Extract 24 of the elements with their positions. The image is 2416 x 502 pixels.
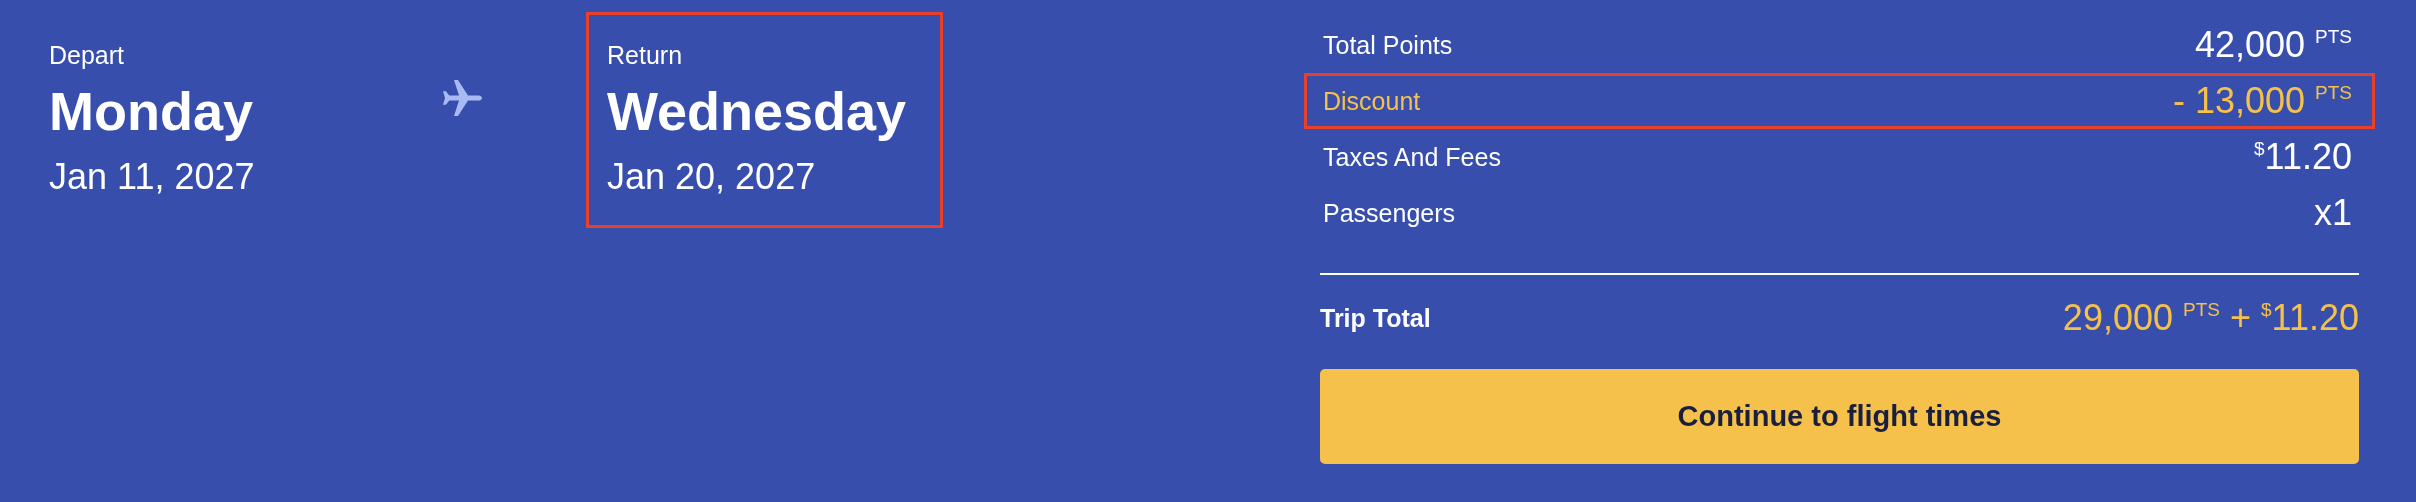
value-text: +: [2229, 297, 2251, 338]
summary-label: Passengers: [1323, 198, 1456, 228]
trip-total-label: Trip Total: [1320, 303, 1431, 333]
trip-date: Jan 20, 2027: [607, 156, 817, 198]
trip-label: Depart: [49, 41, 126, 70]
value-text: 11.20: [2271, 297, 2359, 338]
trip-date: Jan 11, 2027: [49, 156, 256, 198]
summary-label: Total Points: [1323, 30, 1453, 60]
superscript-unit: $: [2261, 299, 2272, 320]
superscript-unit: PTS: [2183, 299, 2220, 320]
superscript-unit: PTS: [2315, 26, 2352, 47]
superscript-unit: $: [2254, 138, 2265, 159]
trip-day: Wednesday: [607, 76, 928, 146]
value-text: 29,000: [2062, 297, 2173, 338]
continue-button[interactable]: Continue to flight times: [1320, 369, 2359, 464]
summary-label: Discount: [1323, 86, 1421, 116]
value-text: - 13,000: [2172, 80, 2306, 121]
trip-label: Return: [607, 41, 684, 70]
trip-day: Monday: [49, 76, 403, 146]
summary-label: Taxes And Fees: [1323, 142, 1501, 172]
value-text: 11.20: [2264, 136, 2352, 177]
superscript-unit: PTS: [2315, 82, 2352, 103]
value-text: x1: [2313, 192, 2352, 233]
value-text: 42,000: [2194, 24, 2306, 65]
